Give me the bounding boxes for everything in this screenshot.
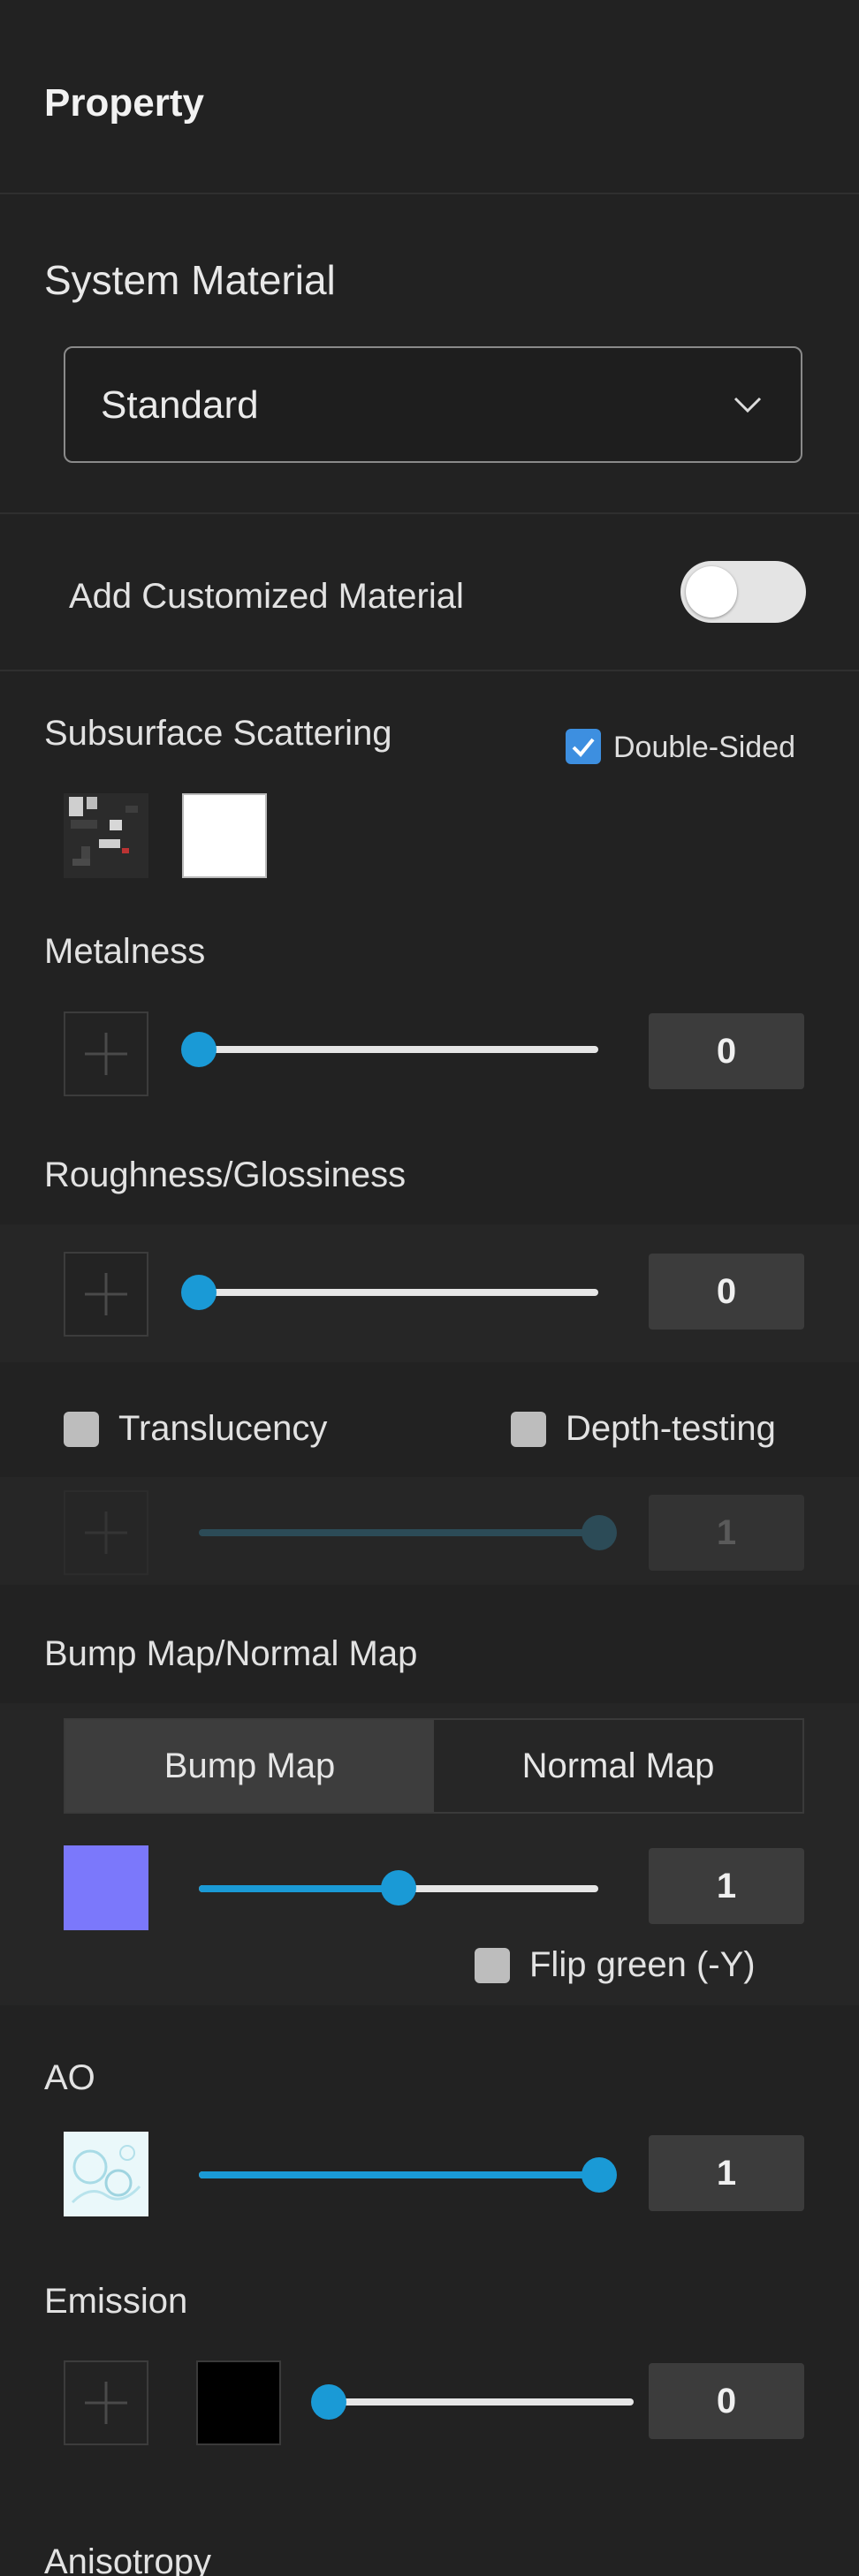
ao-map-thumbnail[interactable] bbox=[64, 2132, 148, 2216]
slider-track bbox=[199, 1289, 598, 1296]
chevron-down-icon bbox=[734, 397, 762, 413]
emission-add-map-button[interactable] bbox=[64, 2360, 148, 2445]
ao-texture-image bbox=[64, 2132, 148, 2216]
slider-thumb[interactable] bbox=[181, 1032, 217, 1067]
translucency-checkbox[interactable] bbox=[64, 1412, 99, 1447]
flip-green-label: Flip green (-Y) bbox=[529, 1945, 756, 1984]
texture-thumbnail-image bbox=[64, 793, 148, 878]
double-sided-checkbox[interactable] bbox=[566, 729, 601, 764]
bump-value-input[interactable]: 1 bbox=[649, 1848, 804, 1924]
custom-material-label: Add Customized Material bbox=[69, 577, 464, 616]
subsurface-label: Subsurface Scattering bbox=[44, 714, 392, 753]
flip-green-checkbox[interactable] bbox=[475, 1948, 510, 1983]
emission-value-input[interactable]: 0 bbox=[649, 2363, 804, 2439]
depth-testing-checkbox[interactable] bbox=[511, 1412, 546, 1447]
bump-normal-tabs: Bump Map Normal Map bbox=[64, 1718, 804, 1814]
depth-testing-label: Depth-testing bbox=[566, 1409, 776, 1448]
slider-thumb[interactable] bbox=[582, 1515, 617, 1550]
tab-normal-map[interactable]: Normal Map bbox=[434, 1720, 802, 1812]
metalness-value-input[interactable]: 0 bbox=[649, 1013, 804, 1089]
translucency-value-input[interactable]: 1 bbox=[649, 1495, 804, 1571]
bump-map-swatch[interactable] bbox=[64, 1845, 148, 1930]
translucency-label: Translucency bbox=[118, 1409, 328, 1448]
plus-icon bbox=[85, 1033, 127, 1075]
double-sided-label: Double-Sided bbox=[613, 731, 796, 764]
emission-label: Emission bbox=[44, 2282, 188, 2321]
toggle-knob bbox=[686, 566, 737, 617]
subsurface-texture-thumbnail[interactable] bbox=[64, 793, 148, 878]
slider-fill bbox=[199, 2171, 598, 2178]
bump-normal-label: Bump Map/Normal Map bbox=[44, 1634, 418, 1673]
plus-icon bbox=[85, 1273, 127, 1315]
anisotropy-label: Anisotropy bbox=[44, 2542, 211, 2576]
custom-material-toggle[interactable] bbox=[680, 561, 806, 623]
plus-icon bbox=[85, 2382, 127, 2424]
property-panel: Property System Material Standard Add Cu… bbox=[0, 0, 859, 2576]
section-divider bbox=[0, 670, 859, 671]
section-divider bbox=[0, 512, 859, 514]
slider-track bbox=[199, 1529, 598, 1536]
system-material-label: System Material bbox=[44, 257, 336, 303]
panel-title: Property bbox=[44, 81, 204, 125]
slider-track bbox=[329, 2398, 634, 2406]
slider-track bbox=[199, 1046, 598, 1053]
tab-bump-map[interactable]: Bump Map bbox=[65, 1720, 434, 1812]
roughness-value-input[interactable]: 0 bbox=[649, 1254, 804, 1330]
checkmark-icon bbox=[572, 738, 595, 757]
slider-fill bbox=[199, 1885, 399, 1892]
header-divider bbox=[0, 193, 859, 194]
slider-thumb[interactable] bbox=[381, 1870, 416, 1905]
system-material-select[interactable]: Standard bbox=[64, 346, 802, 463]
ao-label: AO bbox=[44, 2058, 95, 2097]
roughness-label: Roughness/Glossiness bbox=[44, 1155, 407, 1194]
plus-icon bbox=[85, 1512, 127, 1554]
translucency-add-map-button[interactable] bbox=[64, 1490, 148, 1575]
metalness-label: Metalness bbox=[44, 932, 206, 971]
emission-color-swatch[interactable] bbox=[196, 2360, 281, 2445]
metalness-add-map-button[interactable] bbox=[64, 1011, 148, 1096]
slider-thumb[interactable] bbox=[582, 2157, 617, 2193]
system-material-value: Standard bbox=[101, 383, 259, 427]
slider-thumb[interactable] bbox=[181, 1275, 217, 1310]
roughness-add-map-button[interactable] bbox=[64, 1252, 148, 1337]
ao-value-input[interactable]: 1 bbox=[649, 2135, 804, 2211]
slider-thumb[interactable] bbox=[311, 2384, 346, 2420]
subsurface-color-swatch[interactable] bbox=[182, 793, 267, 878]
